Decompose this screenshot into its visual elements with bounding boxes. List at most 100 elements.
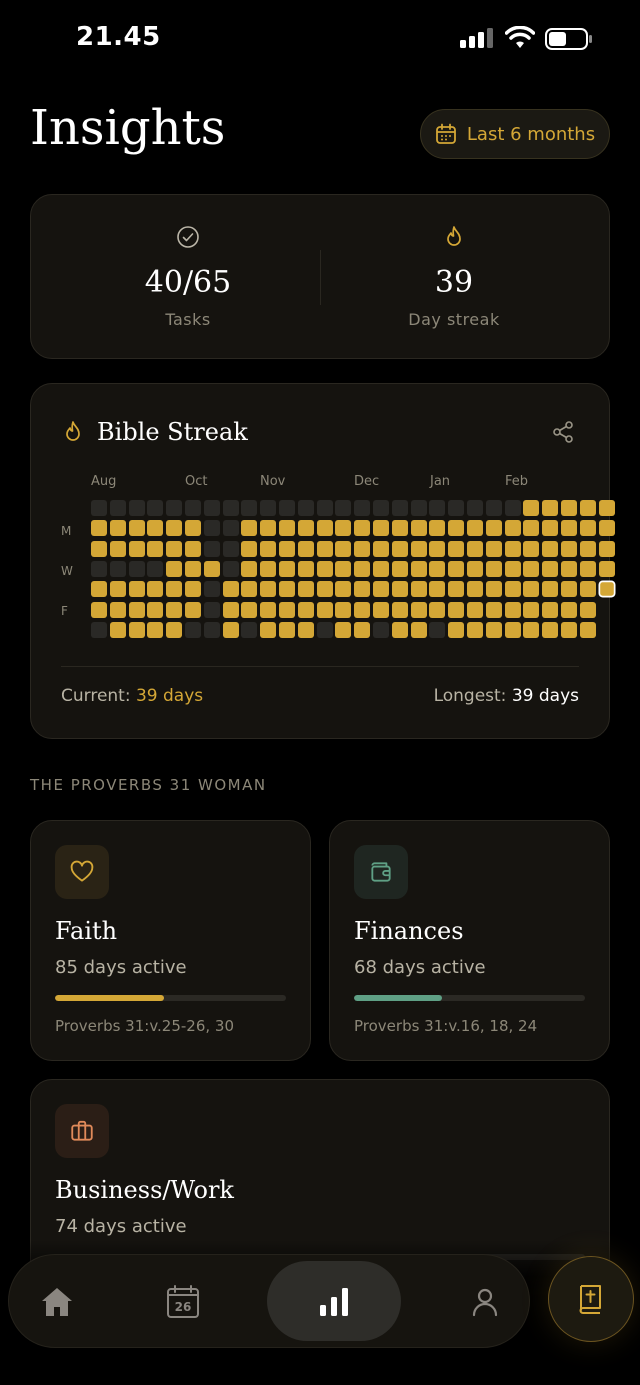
- heatmap-cell: [579, 540, 596, 557]
- heatmap-cell: [373, 581, 389, 598]
- heatmap-cell: [467, 560, 483, 577]
- heatmap-cell: [241, 540, 258, 557]
- heatmap-cell: [91, 601, 107, 618]
- nav-home[interactable]: [17, 1255, 97, 1349]
- heatmap-cell: [203, 500, 220, 516]
- heatmap-cell: [203, 540, 220, 557]
- month-label: Feb: [505, 474, 529, 489]
- heatmap-cell: [542, 581, 559, 598]
- day-label: M: [61, 524, 72, 538]
- heatmap-cell: [410, 520, 427, 537]
- heatmap-cell: [523, 540, 540, 557]
- heatmap-cell: [410, 601, 427, 618]
- heatmap-cell: [485, 560, 502, 577]
- nav-profile[interactable]: [445, 1255, 525, 1349]
- faith-card[interactable]: Faith 85 days active Proverbs 31:v.25-26…: [30, 820, 311, 1061]
- heatmap-cell: [485, 601, 502, 618]
- heatmap-cell: [128, 540, 145, 557]
- heatmap-cell: [391, 540, 408, 557]
- heatmap-cell: [391, 621, 408, 638]
- heatmap-cell: [185, 500, 201, 516]
- bible-streak-card: Bible Streak Aug Oct Nov Dec Jan Feb M W…: [30, 383, 615, 739]
- heatmap-cell: [335, 581, 352, 598]
- heatmap-cell: [561, 601, 577, 618]
- heatmap-cell: [279, 560, 295, 577]
- bible-fab-button[interactable]: [548, 1256, 634, 1342]
- faith-days: 85 days active: [55, 957, 187, 978]
- heatmap-cell: [128, 601, 145, 618]
- heatmap-cell: [203, 601, 220, 618]
- heatmap-cell: [185, 560, 201, 577]
- flame-icon: [66, 421, 80, 441]
- heatmap-cell: [222, 520, 239, 537]
- share-icon[interactable]: [551, 420, 575, 444]
- heatmap-cell: [222, 540, 239, 557]
- heatmap-cell: [109, 581, 126, 598]
- current-label: Current:: [61, 686, 131, 706]
- heatmap-cell: [222, 621, 239, 638]
- heatmap-cell: [279, 621, 295, 638]
- heatmap-cell: [166, 601, 183, 618]
- heatmap-cell: [467, 540, 483, 557]
- heatmap-cell: [485, 581, 502, 598]
- heatmap-cell: [297, 540, 314, 557]
- longest-value: 39 days: [511, 686, 579, 706]
- faith-progress: [55, 995, 286, 1001]
- heatmap-cell: [504, 601, 521, 618]
- heatmap-cell: [448, 540, 465, 557]
- heatmap-cell: [391, 520, 408, 537]
- nav-insights[interactable]: [294, 1255, 374, 1349]
- briefcase-icon: [71, 1120, 93, 1141]
- business-badge: [55, 1104, 109, 1158]
- heatmap-cell: [279, 581, 295, 598]
- finances-ref: Proverbs 31:v.16, 18, 24: [354, 1017, 538, 1035]
- longest-label: Longest:: [433, 686, 507, 706]
- day-label: W: [61, 564, 73, 578]
- heatmap-cell: [429, 621, 446, 638]
- heatmap-cell: [542, 560, 559, 577]
- heatmap-cell: [147, 500, 164, 516]
- heatmap-cell: [429, 601, 446, 618]
- heatmap-cell: [260, 540, 277, 557]
- heatmap-cell: [147, 601, 164, 618]
- heatmap-cell: [354, 540, 371, 557]
- heatmap-cell: [391, 500, 408, 516]
- tasks-stat: 40/65 Tasks: [43, 195, 333, 360]
- heatmap-cell: [222, 560, 239, 577]
- heatmap-cell: [279, 520, 295, 537]
- heatmap-cell: [222, 601, 239, 618]
- heatmap-cell: [354, 601, 371, 618]
- heatmap-cell: [354, 581, 371, 598]
- heatmap-cell: [598, 560, 615, 577]
- heatmap-cell: [429, 520, 446, 537]
- heatmap-cell: [109, 560, 126, 577]
- heatmap-cell: [316, 560, 333, 577]
- faith-progress-fill: [55, 995, 164, 1001]
- bible-icon: [579, 1285, 601, 1314]
- heatmap-cell: [128, 581, 145, 598]
- finances-days: 68 days active: [354, 957, 486, 978]
- tasks-value: 40/65: [144, 265, 232, 300]
- heatmap-cell: [316, 601, 333, 618]
- heatmap-cell: [109, 601, 126, 618]
- date-range-button[interactable]: Last 6 months: [420, 109, 610, 159]
- heatmap-cell: [429, 500, 446, 516]
- heatmap-cell: [91, 520, 107, 537]
- heatmap-cell: [523, 520, 540, 537]
- heatmap-cell: [297, 560, 314, 577]
- heatmap-cell: [316, 500, 333, 516]
- heatmap-cell: [429, 560, 446, 577]
- heatmap-cell: [109, 540, 126, 557]
- heart-icon: [70, 860, 94, 882]
- status-bar: 21.45: [0, 0, 640, 80]
- heatmap-cell: [297, 520, 314, 537]
- day-streak-stat: 39 Day streak: [309, 195, 599, 360]
- heatmap-cell: [504, 540, 521, 557]
- heatmap-cell: [316, 621, 333, 638]
- divider: [61, 666, 579, 667]
- heatmap-cell: [391, 581, 408, 598]
- battery-icon: [545, 28, 592, 50]
- finances-card[interactable]: Finances 68 days active Proverbs 31:v.16…: [329, 820, 610, 1061]
- heatmap-cell: [598, 520, 615, 537]
- nav-calendar[interactable]: 26: [143, 1255, 223, 1349]
